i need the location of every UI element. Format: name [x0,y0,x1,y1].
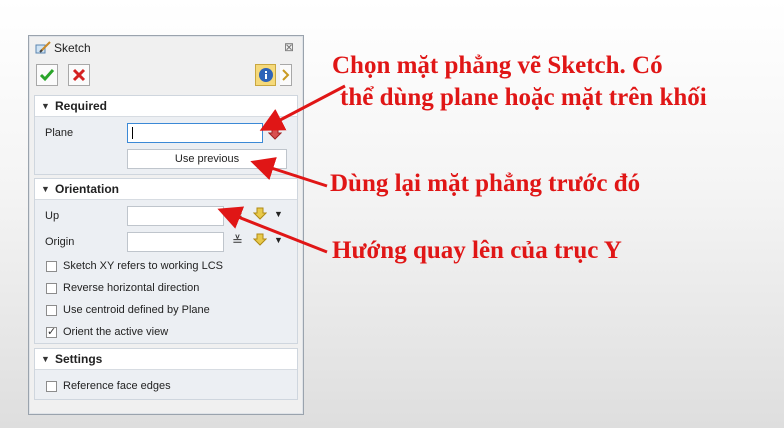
origin-input[interactable] [127,232,224,252]
sketch-dialog: Sketch ⊠ ▼ Required Plane Use previous ▼… [28,35,304,415]
required-header[interactable]: ▼ Required [35,96,297,117]
up-note: Hướng quay lên của trục Y [332,237,622,264]
checkmark-icon [39,69,55,82]
origin-label: Origin [45,236,75,248]
settings-header[interactable]: ▼ Settings [35,349,297,370]
dropdown-arrow-icon[interactable]: ▼ [274,209,283,219]
panel-arrow-icon [281,69,289,81]
collapse-triangle-icon: ▼ [41,354,50,364]
up-input[interactable] [127,206,224,226]
use-centroid-label: Use centroid defined by Plane [63,304,210,316]
use-previous-note: Dùng lại mặt phẳng trước đó [330,170,641,197]
collapse-triangle-icon: ▼ [41,101,50,111]
pick-arrow-icon[interactable] [253,233,267,248]
reverse-horizontal-label: Reverse horizontal direction [63,282,200,294]
settings-title: Settings [55,352,103,366]
collapse-triangle-icon: ▼ [41,184,50,194]
reverse-horizontal-checkbox[interactable] [46,283,57,294]
plane-note-line2: thể dùng plane hoặc mặt trên khối [340,84,707,111]
dialog-titlebar: Sketch ⊠ [29,36,303,60]
orient-active-view-label: Orient the active view [63,326,169,338]
sketch-xy-lcs-label: Sketch XY refers to working LCS [63,260,223,272]
orientation-section: ▼ Orientation Up ≚ ▼ Origin ≚ ▼ Sketch X… [34,178,298,344]
close-icon[interactable]: ⊠ [284,40,294,54]
info-icon [258,68,273,82]
orientation-header[interactable]: ▼ Orientation [35,179,297,200]
panel-expand-button[interactable] [280,64,292,86]
sketch-icon [35,41,51,54]
required-title: Required [55,99,108,113]
dialog-toolbar [29,62,303,92]
cancel-button[interactable] [68,64,90,86]
plane-note-line1: Chọn mặt phẳng vẽ Sketch. Có [332,52,663,79]
orientation-title: Orientation [55,182,120,196]
dropdown-arrow-icon[interactable]: ▼ [274,235,283,245]
plane-label: Plane [45,127,74,139]
reference-face-edges-label: Reference face edges [63,380,171,392]
double-chevron-down-icon[interactable]: ≚ [232,233,243,249]
use-centroid-checkbox[interactable] [46,305,57,316]
orient-active-view-checkbox[interactable] [46,325,57,338]
use-previous-button[interactable]: Use previous [127,149,287,169]
reference-face-edges-checkbox[interactable] [46,381,57,392]
settings-section: ▼ Settings Reference face edges [34,348,298,400]
x-icon [72,68,86,82]
pick-arrow-icon[interactable] [253,207,267,222]
double-chevron-down-icon[interactable]: ≚ [232,207,243,223]
required-section: ▼ Required Plane Use previous [34,95,298,175]
sketch-xy-lcs-checkbox[interactable] [46,261,57,272]
dialog-title: Sketch [54,41,91,55]
pick-arrow-icon[interactable] [268,127,282,141]
text-caret [132,127,133,139]
info-button[interactable] [255,64,276,86]
plane-input[interactable] [127,123,263,143]
up-label: Up [45,210,60,222]
ok-button[interactable] [36,64,58,86]
